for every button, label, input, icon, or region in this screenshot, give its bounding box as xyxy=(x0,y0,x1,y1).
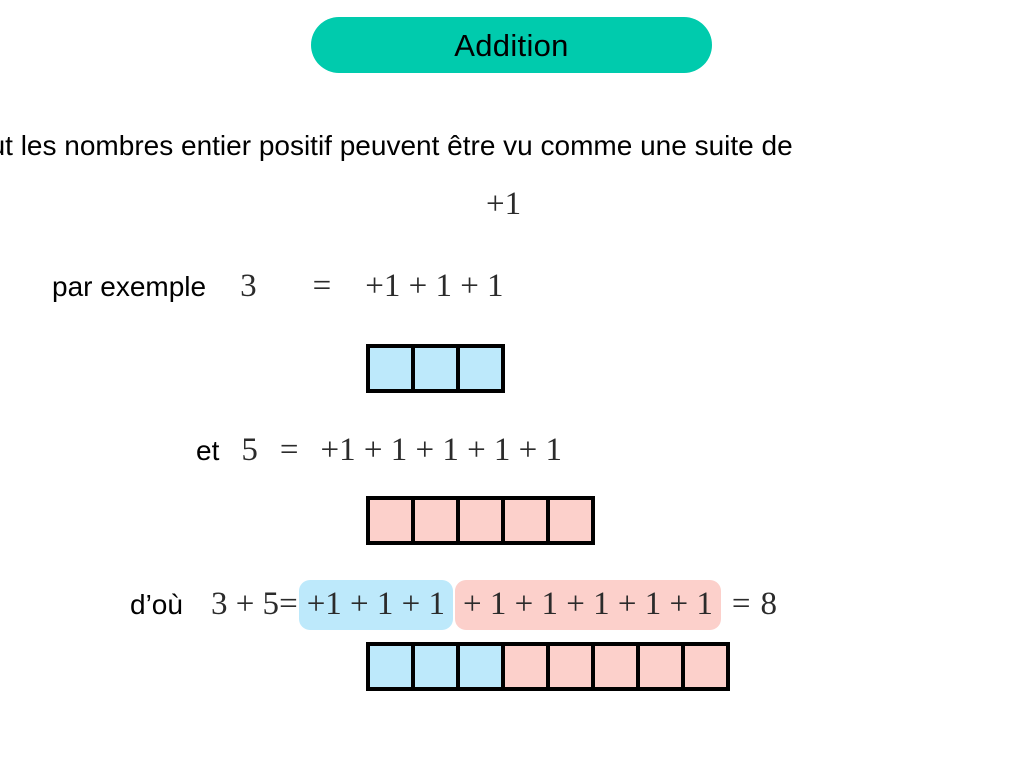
unit-cell xyxy=(456,344,505,393)
unit-cell xyxy=(411,344,460,393)
unit-cell xyxy=(546,496,595,545)
example-label: par exemple xyxy=(52,271,207,302)
intro-sentence: Tout les nombres entier positif peuvent … xyxy=(0,130,793,161)
conclusion-label: d’où xyxy=(130,589,183,620)
unit-cell xyxy=(366,642,415,691)
example-row-three: par exemple 3 = +1 + 1 + 1 xyxy=(52,268,504,305)
unit-cell xyxy=(501,642,550,691)
conclusion-equals: = xyxy=(279,586,298,622)
example-equals: = xyxy=(312,268,332,304)
conclusion-lhs: 3 + 5 xyxy=(210,586,280,622)
unit-cell xyxy=(366,496,415,545)
unit-cell xyxy=(366,344,415,393)
unit-plus-one: +1 xyxy=(486,186,522,222)
second-lhs: 5 xyxy=(241,432,258,468)
unit-strip-three-blue xyxy=(366,344,505,393)
unit-cell xyxy=(456,496,505,545)
example-lhs: 3 xyxy=(240,268,257,304)
unit-cell xyxy=(546,642,595,691)
second-rhs: +1 + 1 + 1 + 1 + 1 xyxy=(320,432,563,468)
example-row-five: et 5 = +1 + 1 + 1 + 1 + 1 xyxy=(196,432,562,469)
unit-cell xyxy=(411,642,460,691)
second-label: et xyxy=(196,435,220,466)
conclusion-blue-terms: +1 + 1 + 1 xyxy=(298,580,454,630)
unit-strip-combined xyxy=(366,642,730,691)
conclusion-result: 8 xyxy=(760,586,777,622)
intro-sentence-clip: Tout les nombres entier positif peuvent … xyxy=(0,124,1024,168)
unit-cell xyxy=(681,642,730,691)
conclusion-pink-terms: + 1 + 1 + 1 + 1 + 1 xyxy=(455,580,721,630)
second-equals: = xyxy=(279,432,299,468)
conclusion-row: d’où 3 + 5 = +1 + 1 + 1 + 1 + 1 + 1 + 1 … xyxy=(130,580,777,630)
unit-cell xyxy=(591,642,640,691)
unit-strip-five-pink xyxy=(366,496,595,545)
example-rhs: +1 + 1 + 1 xyxy=(365,268,504,304)
unit-cell xyxy=(501,496,550,545)
slide-title-pill: Addition xyxy=(311,17,712,73)
unit-cell xyxy=(456,642,505,691)
unit-cell-group-pink xyxy=(501,642,730,691)
unit-cell xyxy=(636,642,685,691)
page-title: Addition xyxy=(454,27,569,63)
conclusion-equals-2: = xyxy=(731,586,751,622)
slide-canvas: Addition Tout les nombres entier positif… xyxy=(0,0,1024,768)
unit-cell xyxy=(411,496,460,545)
